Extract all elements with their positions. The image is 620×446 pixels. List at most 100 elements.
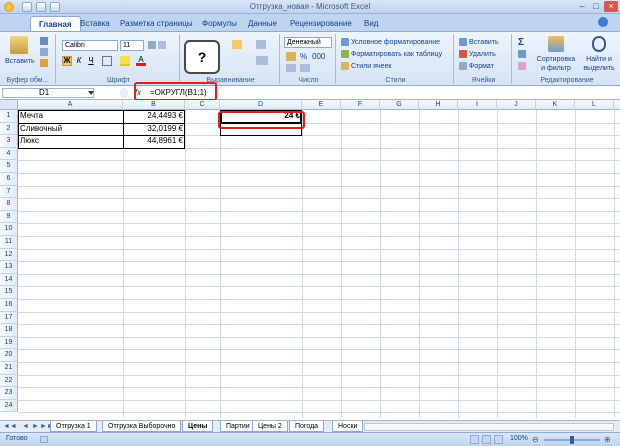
zoom-in-icon[interactable]: ⊕ bbox=[604, 435, 611, 444]
column-header-a[interactable]: A bbox=[18, 100, 123, 110]
format-as-table-button[interactable]: Форматировать как таблицу bbox=[340, 49, 443, 60]
row-header-17[interactable]: 17 bbox=[0, 311, 18, 325]
sheet-tab-6[interactable]: Погода bbox=[289, 421, 325, 432]
column-header-l[interactable]: L bbox=[575, 100, 614, 110]
shrink-font-icon[interactable] bbox=[158, 41, 166, 49]
row-header-13[interactable]: 13 bbox=[0, 261, 18, 274]
row-header-9[interactable]: 9 bbox=[0, 210, 18, 224]
name-box[interactable]: D1 bbox=[2, 88, 94, 98]
row-header-4[interactable]: 4 bbox=[0, 147, 18, 161]
paste-icon[interactable] bbox=[10, 36, 28, 54]
column-header-k[interactable]: K bbox=[536, 100, 575, 110]
zoom-level[interactable]: 100% bbox=[510, 435, 528, 442]
row-header-15[interactable]: 15 bbox=[0, 286, 18, 299]
row-header-18[interactable]: 18 bbox=[0, 324, 18, 337]
grow-font-icon[interactable] bbox=[148, 41, 156, 49]
zoom-out-icon[interactable]: ⊖ bbox=[532, 435, 539, 444]
column-header-j[interactable]: J bbox=[497, 100, 536, 110]
sheet-tab-2[interactable]: Отгрузка Выборочно bbox=[102, 421, 182, 432]
sheet-tab-3[interactable]: Цены bbox=[182, 421, 214, 432]
normal-view-icon[interactable] bbox=[470, 435, 479, 444]
italic-icon[interactable]: К bbox=[74, 56, 84, 66]
cell-b1[interactable]: 24,4493 € bbox=[125, 110, 183, 123]
tab-formulas[interactable]: Формулы bbox=[194, 16, 245, 31]
format-cells-button[interactable]: Формат bbox=[458, 61, 495, 72]
row-header-11[interactable]: 11 bbox=[0, 236, 18, 249]
percent-icon[interactable]: % bbox=[300, 52, 307, 61]
fill-color-icon[interactable] bbox=[120, 56, 130, 66]
help-icon[interactable] bbox=[598, 17, 608, 27]
font-size-select[interactable]: 11 bbox=[120, 40, 144, 51]
font-color-icon[interactable]: А bbox=[136, 56, 146, 66]
tab-data[interactable]: Данные bbox=[240, 16, 285, 31]
column-header-d[interactable]: D bbox=[220, 100, 302, 110]
tab-view[interactable]: Вид bbox=[356, 16, 386, 31]
currency-icon[interactable] bbox=[286, 52, 296, 61]
row-header-23[interactable]: 23 bbox=[0, 387, 18, 400]
column-header-c[interactable]: C bbox=[185, 100, 220, 110]
cell-a1[interactable]: Мечта bbox=[20, 110, 121, 123]
macro-record-icon[interactable] bbox=[40, 436, 48, 443]
sort-filter-icon[interactable] bbox=[548, 36, 564, 52]
sheet-tab-5[interactable]: Цены 2 bbox=[252, 421, 288, 432]
borders-icon[interactable] bbox=[102, 56, 112, 66]
row-header-6[interactable]: 6 bbox=[0, 173, 18, 186]
row-header-5[interactable]: 5 bbox=[0, 160, 18, 173]
paste-button[interactable]: Вставить bbox=[4, 56, 36, 67]
column-header-b[interactable]: B bbox=[123, 100, 185, 110]
zoom-slider-thumb[interactable] bbox=[570, 436, 574, 444]
row-header-16[interactable]: 16 bbox=[0, 299, 18, 312]
column-header-e[interactable]: E bbox=[302, 100, 341, 110]
worksheet-grid[interactable]: ABCDEFGHIJKL 1 2 3 4 5 6 7 8 9 10 11 12 13 14 15 16 17 18… bbox=[0, 100, 620, 418]
comma-style-icon[interactable]: 000 bbox=[312, 52, 325, 61]
column-header-h[interactable]: H bbox=[419, 100, 458, 110]
row-header-10[interactable]: 10 bbox=[0, 223, 18, 236]
column-header-i[interactable]: I bbox=[458, 100, 497, 110]
sheet-tab-4[interactable]: Партии bbox=[220, 421, 256, 432]
page-layout-view-icon[interactable] bbox=[482, 435, 491, 444]
row-header-1[interactable]: 1 bbox=[0, 110, 18, 123]
find-select-button[interactable]: Найти и выделить bbox=[578, 54, 620, 74]
insert-cells-button[interactable]: Вставить bbox=[458, 37, 500, 48]
increase-decimal-icon[interactable] bbox=[286, 64, 296, 72]
minimize-button[interactable]: – bbox=[576, 1, 588, 12]
format-painter-icon[interactable] bbox=[40, 59, 48, 67]
tab-insert[interactable]: Вставка bbox=[72, 16, 118, 31]
next-sheet-icon[interactable]: ► bbox=[32, 423, 39, 430]
number-format-select[interactable]: Денежный bbox=[284, 37, 332, 48]
copy-icon[interactable] bbox=[40, 48, 48, 56]
cell-b3[interactable]: 44,8961 € bbox=[125, 135, 183, 148]
first-sheet-icon[interactable]: ◄◄ bbox=[3, 423, 17, 430]
row-header-21[interactable]: 21 bbox=[0, 362, 18, 375]
row-header-2[interactable]: 2 bbox=[0, 122, 18, 136]
select-all-corner[interactable] bbox=[0, 100, 18, 110]
tab-review[interactable]: Рецензирование bbox=[282, 16, 360, 31]
font-name-select[interactable]: Calibri bbox=[62, 40, 118, 51]
row-header-8[interactable]: 8 bbox=[0, 198, 18, 211]
page-break-view-icon[interactable] bbox=[494, 435, 503, 444]
conditional-formatting-button[interactable]: Условное форматирование bbox=[340, 37, 441, 48]
name-box-dropdown-icon[interactable] bbox=[88, 91, 94, 95]
row-header-7[interactable]: 7 bbox=[0, 185, 18, 199]
cell-a2[interactable]: Сливочный bbox=[20, 123, 121, 136]
close-button[interactable]: × bbox=[604, 1, 618, 12]
delete-cells-button[interactable]: Удалить bbox=[458, 49, 497, 60]
sheet-tab-7[interactable]: Носки bbox=[332, 421, 364, 432]
row-header-19[interactable]: 19 bbox=[0, 336, 18, 350]
clear-icon[interactable] bbox=[518, 62, 526, 70]
cell-a3[interactable]: Люкс bbox=[20, 135, 121, 148]
cut-icon[interactable] bbox=[40, 37, 48, 45]
row-header-14[interactable]: 14 bbox=[0, 273, 18, 287]
row-header-22[interactable]: 22 bbox=[0, 374, 18, 388]
sort-filter-button[interactable]: Сортировка и фильтр bbox=[534, 54, 578, 74]
column-header-g[interactable]: G bbox=[380, 100, 419, 110]
merge-cells-icon[interactable] bbox=[256, 56, 268, 65]
horizontal-scrollbar[interactable] bbox=[364, 423, 614, 431]
row-header-12[interactable]: 12 bbox=[0, 248, 18, 262]
maximize-button[interactable]: □ bbox=[590, 1, 602, 12]
wrap-text-icon[interactable] bbox=[256, 40, 266, 49]
find-select-icon[interactable] bbox=[592, 36, 606, 52]
bold-icon[interactable]: Ж bbox=[62, 56, 72, 66]
underline-icon[interactable]: Ч bbox=[86, 56, 96, 66]
row-header-3[interactable]: 3 bbox=[0, 135, 18, 148]
